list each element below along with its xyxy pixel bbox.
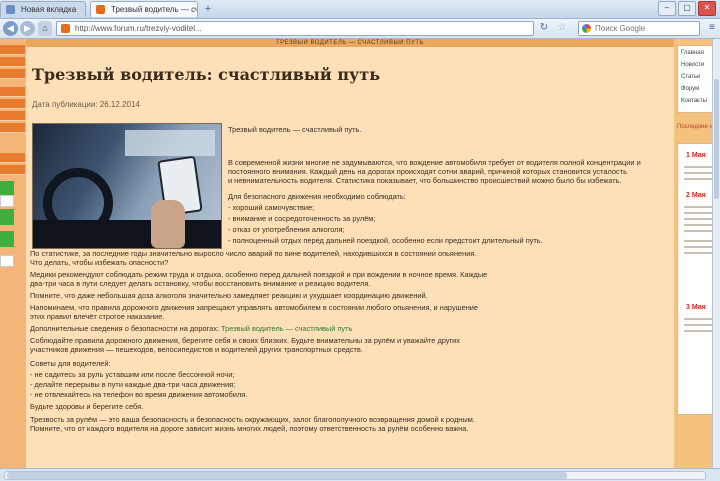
article-paragraph: Для безопасного движения необходимо собл… bbox=[228, 193, 406, 201]
search-placeholder: Поиск Google bbox=[595, 24, 646, 33]
article-paragraph: этих правил влечёт строгое наказание. bbox=[30, 313, 165, 321]
list-item: - не садитесь за руль уставшим или после… bbox=[30, 371, 235, 379]
forward-button[interactable]: ▶ bbox=[20, 21, 35, 36]
site-banner: ТРЕЗВЫЙ ВОДИТЕЛЬ — СЧАСТЛИВЫЙ ПУТЬ bbox=[26, 39, 674, 47]
site-favicon-icon bbox=[96, 5, 105, 14]
tab-label: Новая вкладка bbox=[21, 5, 77, 14]
browser-tab-1[interactable]: Новая вкладка bbox=[0, 1, 86, 17]
publication-date: Дата публикации: 26.12.2014 bbox=[32, 100, 140, 109]
right-menu-item[interactable]: Главная bbox=[681, 49, 704, 57]
horizontal-scroll-thumb[interactable] bbox=[7, 472, 567, 479]
page-viewport: ТРЕЗВЫЙ ВОДИТЕЛЬ — СЧАСТЛИВЫЙ ПУТЬ Трезв… bbox=[0, 39, 720, 468]
vertical-scroll-thumb[interactable] bbox=[714, 79, 719, 199]
article-paragraph: По статистике, за последние годы значите… bbox=[30, 250, 477, 258]
left-green-block[interactable] bbox=[0, 231, 14, 247]
news-date[interactable]: 3 Мая bbox=[686, 304, 706, 311]
tab-label: Трезвый водитель — сч... bbox=[111, 5, 198, 14]
news-date[interactable]: 1 Мая bbox=[686, 152, 706, 159]
browser-menu-icon[interactable]: ≡ bbox=[706, 22, 718, 34]
minimize-button[interactable]: – bbox=[658, 1, 676, 16]
article-paragraph: Соблюдайте правила дорожного движения, б… bbox=[30, 337, 460, 345]
left-widget[interactable] bbox=[0, 195, 14, 207]
article-inline-link[interactable]: Трезвый водитель — счастливый путь bbox=[221, 325, 352, 333]
left-nav-item[interactable] bbox=[0, 87, 25, 97]
article-paragraph: Советы для водителей: bbox=[30, 360, 111, 368]
article-paragraph: Медики рекомендуют соблюдать режим труда… bbox=[30, 271, 488, 279]
article-paragraph: В современной жизни многие не задумывают… bbox=[228, 159, 641, 167]
car-dashboard bbox=[33, 220, 221, 248]
left-widget[interactable] bbox=[0, 255, 14, 267]
article-content: Трезвый водитель: счастливый путь Дата п… bbox=[26, 47, 674, 468]
article-title: Трезвый водитель: счастливый путь bbox=[32, 65, 381, 84]
article-paragraph: два-три часа в пути следует делать остан… bbox=[30, 280, 371, 288]
list-item: - полноценный отдых перед дальней поездк… bbox=[228, 237, 543, 245]
site-identity-icon bbox=[61, 24, 70, 33]
reload-icon[interactable]: ↻ bbox=[538, 22, 550, 34]
search-input[interactable]: Поиск Google bbox=[578, 21, 700, 36]
list-item: - хороший самочувствие; bbox=[228, 204, 315, 212]
horizontal-scrollbar[interactable] bbox=[4, 471, 706, 480]
close-window-button[interactable]: ✕ bbox=[698, 1, 716, 16]
maximize-button[interactable]: ▢ bbox=[678, 1, 696, 16]
news-date[interactable]: 2 Мая bbox=[686, 192, 706, 199]
list-item: - отказ от употребления алкоголя; bbox=[228, 226, 345, 234]
right-menu-item[interactable]: Новости bbox=[681, 61, 704, 69]
left-nav-item[interactable] bbox=[0, 111, 25, 121]
left-sidebar bbox=[0, 39, 26, 468]
new-tab-button[interactable]: + bbox=[202, 3, 214, 15]
list-item: - внимание и сосредоточенность за рулём; bbox=[228, 215, 376, 223]
left-nav-item[interactable] bbox=[0, 99, 25, 109]
article-paragraph: Помните, что даже небольшая доза алкогол… bbox=[30, 292, 428, 300]
left-nav-item[interactable] bbox=[0, 57, 25, 67]
vertical-scrollbar[interactable] bbox=[712, 39, 720, 468]
left-nav-item[interactable] bbox=[0, 69, 25, 79]
bookmark-star-icon[interactable]: ☆ bbox=[556, 22, 568, 34]
car-window bbox=[125, 130, 215, 156]
tab-bar: Новая вкладка Трезвый водитель — сч... +… bbox=[0, 0, 720, 19]
news-heading: Последние новости bbox=[677, 124, 717, 130]
google-logo-icon bbox=[582, 24, 591, 33]
home-button[interactable]: ⌂ bbox=[38, 21, 52, 36]
article-paragraph: Напоминаем, что правила дорожного движен… bbox=[30, 304, 479, 312]
article-paragraph: Дополнительные сведения о безопасности н… bbox=[30, 325, 670, 333]
tab-favicon-icon bbox=[6, 5, 15, 14]
paragraph-text: Дополнительные сведения о безопасности н… bbox=[30, 325, 222, 333]
hand bbox=[151, 200, 185, 248]
left-nav-item[interactable] bbox=[0, 45, 25, 55]
article-paragraph: участников движения — пешеходов, велосип… bbox=[30, 346, 363, 354]
article-paragraph: Что делать, чтобы избежать опасности? bbox=[30, 259, 169, 267]
article-paragraph: Будьте здоровы и берегите себя. bbox=[30, 403, 144, 411]
left-nav-item[interactable] bbox=[0, 165, 25, 175]
url-text: http://www.forum.ru/trezviy-voditel... bbox=[75, 24, 202, 33]
left-nav-item[interactable] bbox=[0, 123, 25, 133]
article-paragraph: Помните, что от каждого водителя на доро… bbox=[30, 425, 469, 433]
browser-tab-2-active[interactable]: Трезвый водитель — сч... bbox=[90, 1, 198, 17]
right-menu-item[interactable]: Контакты bbox=[681, 97, 707, 105]
navigation-bar: ◀ ▶ ⌂ http://www.forum.ru/trezviy-vodite… bbox=[0, 19, 720, 39]
address-bar[interactable]: http://www.forum.ru/trezviy-voditel... bbox=[56, 21, 534, 36]
left-green-block[interactable] bbox=[0, 209, 14, 225]
list-item: - делайте перерывы в пути каждые два-три… bbox=[30, 381, 236, 389]
article-lead: Трезвый водитель — счастливый путь. bbox=[228, 126, 362, 134]
article-paragraph: постоянного внимания. Каждый день на дор… bbox=[228, 168, 627, 176]
article-photo bbox=[32, 123, 222, 249]
right-menu-item[interactable]: Форум bbox=[681, 85, 699, 93]
status-bar bbox=[0, 468, 720, 481]
back-button[interactable]: ◀ bbox=[3, 21, 18, 36]
right-menu-item[interactable]: Статьи bbox=[681, 73, 700, 81]
left-nav-item[interactable] bbox=[0, 153, 25, 163]
list-item: - не отвлекайтесь на телефон во время дв… bbox=[30, 391, 248, 399]
window-controls: – ▢ ✕ bbox=[656, 1, 716, 16]
article-paragraph: Трезвость за рулём — это ваша безопаснос… bbox=[30, 416, 475, 424]
article-paragraph: и невнимательность водителя. Статистика … bbox=[228, 177, 622, 185]
